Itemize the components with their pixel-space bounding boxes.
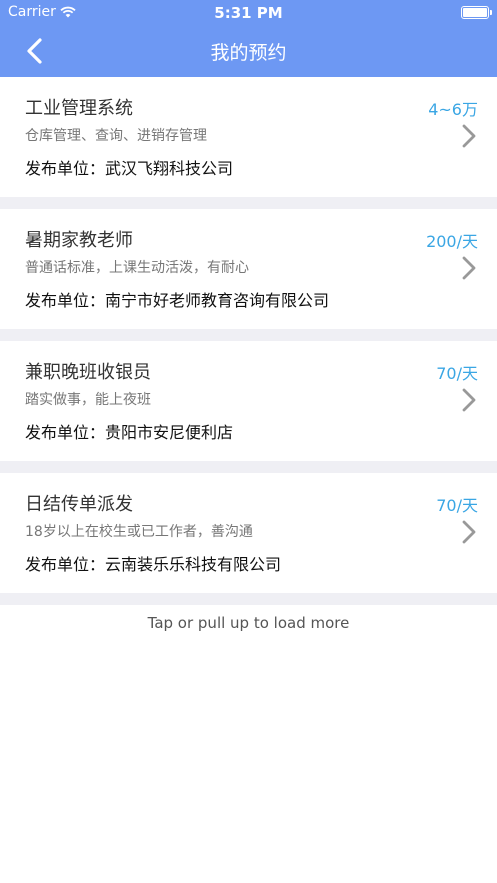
status-bar: Carrier 5:31 PM [0,0,497,26]
job-description: 仓库管理、查询、进销存管理 [25,128,207,144]
job-company: 发布单位：南宁市好老师教育咨询有限公司 [25,291,330,310]
chevron-right-icon [462,124,476,148]
divider [0,197,497,209]
job-salary: 70/天 [436,364,478,383]
divider [0,329,497,341]
job-title: 日结传单派发 [25,494,133,515]
chevron-right-icon [462,256,476,280]
chevron-right-icon [462,388,476,412]
divider [0,593,497,605]
job-company: 发布单位：贵阳市安尼便利店 [25,423,234,442]
job-description: 普通话标准，上课生动活泼，有耐心 [25,260,249,276]
job-description: 踏实做事，能上夜班 [25,392,151,408]
job-title: 暑期家教老师 [25,230,133,251]
page-title: 我的预约 [210,42,287,64]
navigation-header: Carrier 5:31 PM 我的预约 [0,0,497,77]
reservation-list: 工业管理系统 仓库管理、查询、进销存管理 发布单位：武汉飞翔科技公司 4~6万 … [0,77,497,605]
job-description: 18岁以上在校生或已工作者，善沟通 [25,524,253,540]
job-salary: 70/天 [436,496,478,515]
status-time: 5:31 PM [214,4,283,22]
job-company: 发布单位：云南装乐乐科技有限公司 [25,555,282,574]
job-title: 工业管理系统 [25,98,133,119]
job-salary: 200/天 [426,232,478,251]
job-card[interactable]: 日结传单派发 18岁以上在校生或已工作者，善沟通 发布单位：云南装乐乐科技有限公… [0,473,497,593]
job-card[interactable]: 工业管理系统 仓库管理、查询、进销存管理 发布单位：武汉飞翔科技公司 4~6万 [0,77,497,197]
job-company: 发布单位：武汉飞翔科技公司 [25,159,234,178]
job-card[interactable]: 兼职晚班收银员 踏实做事，能上夜班 发布单位：贵阳市安尼便利店 70/天 [0,341,497,461]
job-title: 兼职晚班收银员 [25,362,151,383]
load-more-button[interactable]: Tap or pull up to load more [0,614,497,650]
job-salary: 4~6万 [428,100,478,119]
divider [0,461,497,473]
job-card[interactable]: 暑期家教老师 普通话标准，上课生动活泼，有耐心 发布单位：南宁市好老师教育咨询有… [0,209,497,329]
battery-icon [461,6,492,19]
chevron-right-icon [462,520,476,544]
